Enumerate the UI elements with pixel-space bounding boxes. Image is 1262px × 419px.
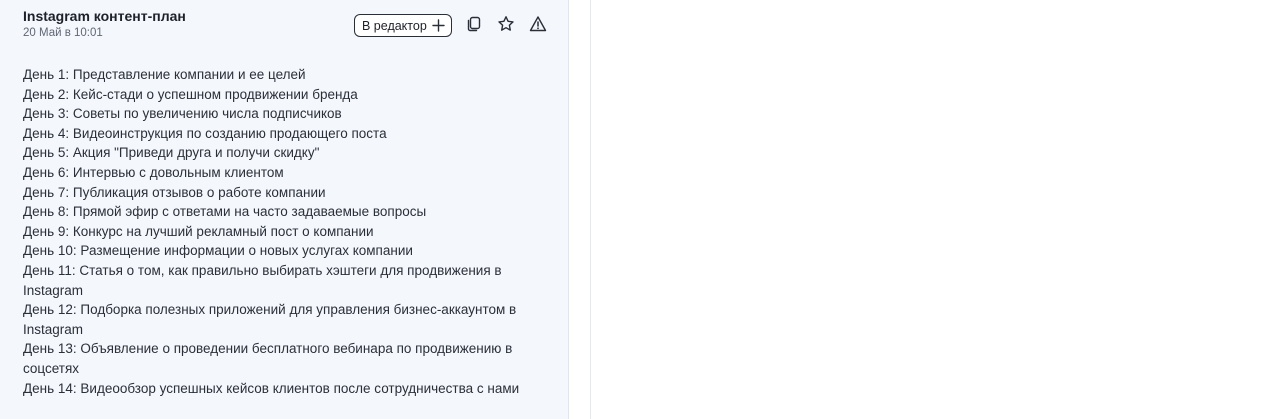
- list-item: День 1: Представление компании и ее целе…: [23, 67, 306, 82]
- card-title: Instagram контент-план: [23, 8, 186, 24]
- card-date: 20 Май в 10:01: [23, 27, 103, 39]
- plus-icon: [432, 19, 445, 32]
- list-item: День 9: Конкурс на лучший рекламный пост…: [23, 223, 374, 239]
- open-in-editor-button[interactable]: В редактор: [354, 14, 452, 37]
- list-item: День 14: Видеообзор успешных кейсов клие…: [23, 380, 520, 396]
- list-item: День 2: Кейс-стади о успешном продвижени…: [23, 86, 358, 102]
- list-item: День 6: Интервью с довольным клиентом: [23, 164, 284, 180]
- list-item: День 4: Видеоинструкция по созданию прод…: [23, 125, 387, 141]
- card-header: Instagram контент-план 20 Май в 10:01 В …: [23, 7, 553, 47]
- list-item: День 11: Статья о том, как правильно выб…: [23, 262, 502, 298]
- list-item: День 12: Подборка полезных приложений дл…: [23, 302, 517, 337]
- content-plan-card: Instagram контент-план 20 Май в 10:01 В …: [0, 0, 569, 419]
- list-item: День 10: Размещение информации о новых у…: [23, 243, 413, 259]
- list-item: День 8: Прямой эфир с ответами на часто …: [23, 204, 427, 220]
- warning-icon: [529, 15, 547, 38]
- copy-icon: [466, 16, 482, 37]
- list-item: День 5: Акция "Приведи друга и получи ск…: [23, 145, 320, 161]
- page: Instagram контент-план 20 Май в 10:01 В …: [0, 0, 1262, 419]
- star-icon: [497, 15, 515, 38]
- content-plan-list: День 1: Представление компании и ее целе…: [23, 65, 553, 398]
- list-item: День 13: Объявление о проведении бесплат…: [23, 341, 513, 376]
- report-button[interactable]: [528, 15, 548, 38]
- open-in-editor-label: В редактор: [362, 18, 427, 33]
- favorite-button[interactable]: [496, 15, 516, 38]
- list-item: День 3: Советы по увеличению числа подпи…: [23, 106, 342, 122]
- list-item: День 7: Публикация отзывов о работе комп…: [23, 184, 326, 200]
- copy-button[interactable]: [464, 16, 484, 36]
- panel-divider: [590, 0, 591, 419]
